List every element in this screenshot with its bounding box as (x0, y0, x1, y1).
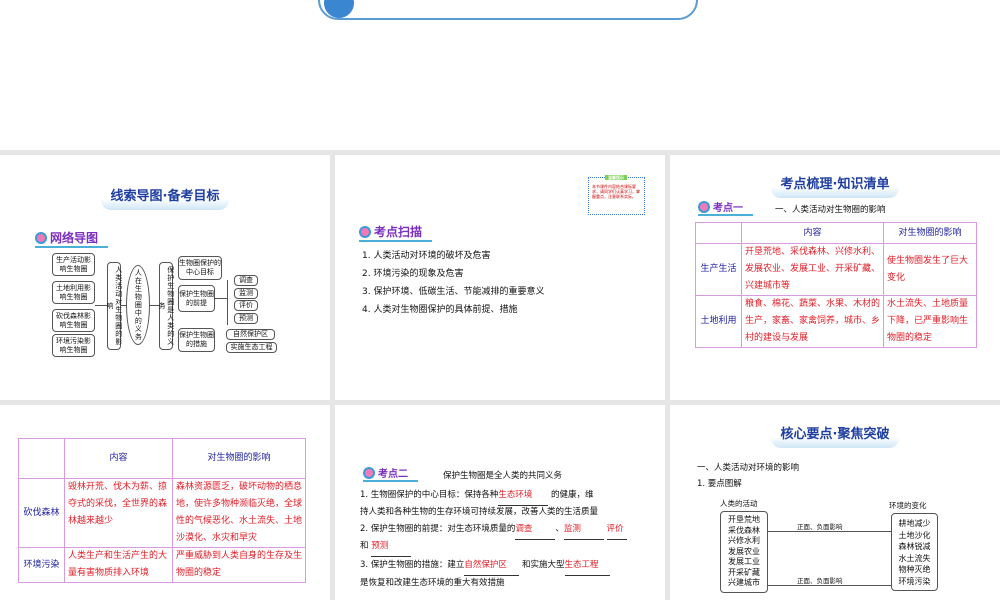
knowledge-table: 内容 对生物圈的影响 砍伐森林 毁林开荒、伐木为薪、掠夺式的采伐，全世界的森林越来越… (18, 438, 306, 583)
list-item: 3. 保护环境、低碳生活、节能减排的重要意义 (362, 287, 545, 297)
mindmap-node: 保护生物圈的前提 (178, 285, 215, 312)
diagram-label: 环境的变化 (889, 501, 927, 510)
list-item: 2. 环境污染的现象及危害 (362, 269, 464, 279)
tip-box: 温馨提示 本节课件内容结合课标要求，请同学们认真学习，掌握重点，注意联系实际。 (588, 175, 645, 215)
slide-title: 考点梳理·知识清单 (670, 173, 1000, 198)
tag-icon (359, 225, 371, 238)
mindmap-leaf: 监测 (234, 288, 258, 299)
knowledge-table: 内容 对生物圈的影响 生产生活 开垦荒地、采伐森林、兴修水利、发展农业、发展工业、开… (695, 222, 977, 348)
section-heading: 保护生物圈是全人类的共同义务 (443, 471, 563, 481)
arrow-label: 正面、负面影响 (797, 577, 843, 585)
mindmap-leaf: 调查 (234, 275, 258, 286)
mindmap-node: 保护生物圈是人类的义务 (158, 262, 175, 350)
banner-circle-icon (324, 0, 354, 18)
mindmap-leaf: 评价 (234, 300, 258, 311)
arrow-right (768, 531, 891, 532)
mindmap-node: 保护生物圈的措施 (178, 328, 215, 352)
slide-thumbnail-5[interactable]: 考点二 保护生物圈是全人类的共同义务 1. 生物圈保护的中心目标：保持各种生态环… (335, 405, 665, 600)
section-heading: 一、人类活动对生物圈的影响 (775, 205, 886, 215)
arrow-label: 正面、负面影响 (797, 523, 843, 531)
slide-title: 线索导图·备考目标 (0, 185, 330, 210)
mindmap-leaf: 自然保护区 (226, 329, 275, 340)
mindmap-node: 生产活动影响生物圈 (52, 253, 95, 276)
tag-icon (363, 466, 375, 479)
changes-box: 耕地减少 土地沙化 森林锐减 水土流失 物种灭绝 环境污染 (891, 513, 938, 591)
section-heading: 一、人类活动对环境的影响 (697, 463, 800, 473)
tag-icon (698, 200, 710, 213)
mindmap-center: 人在生物圈中的义务 (126, 265, 150, 345)
slide-title: 核心要点·聚焦突破 (670, 423, 1000, 448)
mindmap-node: 土地利用影响生物圈 (52, 281, 95, 304)
exam-points-list: 1. 人类活动对环境的破坏及危害 2. 环境污染的现象及危害 3. 保护环境、低… (362, 247, 544, 319)
tag-icon (35, 231, 47, 244)
slide-banner (318, 0, 698, 20)
slide-thumbnail-2[interactable]: 温馨提示 本节课件内容结合课标要求，请同学们认真学习，掌握重点，注意联系实际。 考… (335, 155, 665, 400)
mindmap-leaf: 实施生态工程 (226, 342, 277, 353)
arrow-left (768, 585, 891, 586)
mindmap-node: 环境污染影响生物圈 (52, 334, 95, 357)
section-tag: 考点二 (363, 465, 418, 482)
section-tag: 网络导图 (35, 229, 109, 248)
slide-thumbnail-1[interactable]: 线索导图·备考目标 网络导图 生产活动影响生物圈 土地利用影响生物圈 砍伐森林影… (0, 155, 330, 400)
mindmap-node: 砍伐森林影响生物圈 (52, 309, 95, 332)
section-tag: 考点一 (698, 199, 753, 216)
diagram-label: 人类的活动 (720, 499, 758, 508)
mindmap-node: 生物圈保护的中心目标 (178, 256, 222, 280)
paragraph: 是恢复和改建生态环境的重大有效措施 (360, 578, 505, 588)
paragraph: 和 预测 (360, 536, 412, 557)
list-item: 4. 人类对生物圈保护的具体前提、措施 (362, 305, 518, 315)
list-item: 1. 人类活动对环境的破坏及危害 (362, 251, 491, 261)
mindmap-node: 人类活动对生物圈的影响 (106, 262, 123, 350)
current-slide-view (0, 0, 1000, 150)
activities-box: 开垦荒地 采伐森林 兴修水利 发展农业 发展工业 开采矿藏 兴建城市 (720, 511, 768, 593)
slide-thumbnail-4[interactable]: 内容 对生物圈的影响 砍伐森林 毁林开荒、伐木为薪、掠夺式的采伐，全世界的森林越来越… (0, 405, 330, 600)
section-tag: 考点扫描 (359, 223, 433, 242)
slide-thumbnail-3[interactable]: 考点梳理·知识清单 考点一 一、人类活动对生物圈的影响 内容 对生物圈的影响 生产… (670, 155, 1000, 400)
subheading: 1. 要点图解 (697, 479, 742, 489)
slide-thumbnail-6[interactable]: 核心要点·聚焦突破 一、人类活动对环境的影响 1. 要点图解 人类的活动 环境的… (670, 405, 1000, 600)
mindmap-leaf: 预测 (234, 313, 258, 324)
